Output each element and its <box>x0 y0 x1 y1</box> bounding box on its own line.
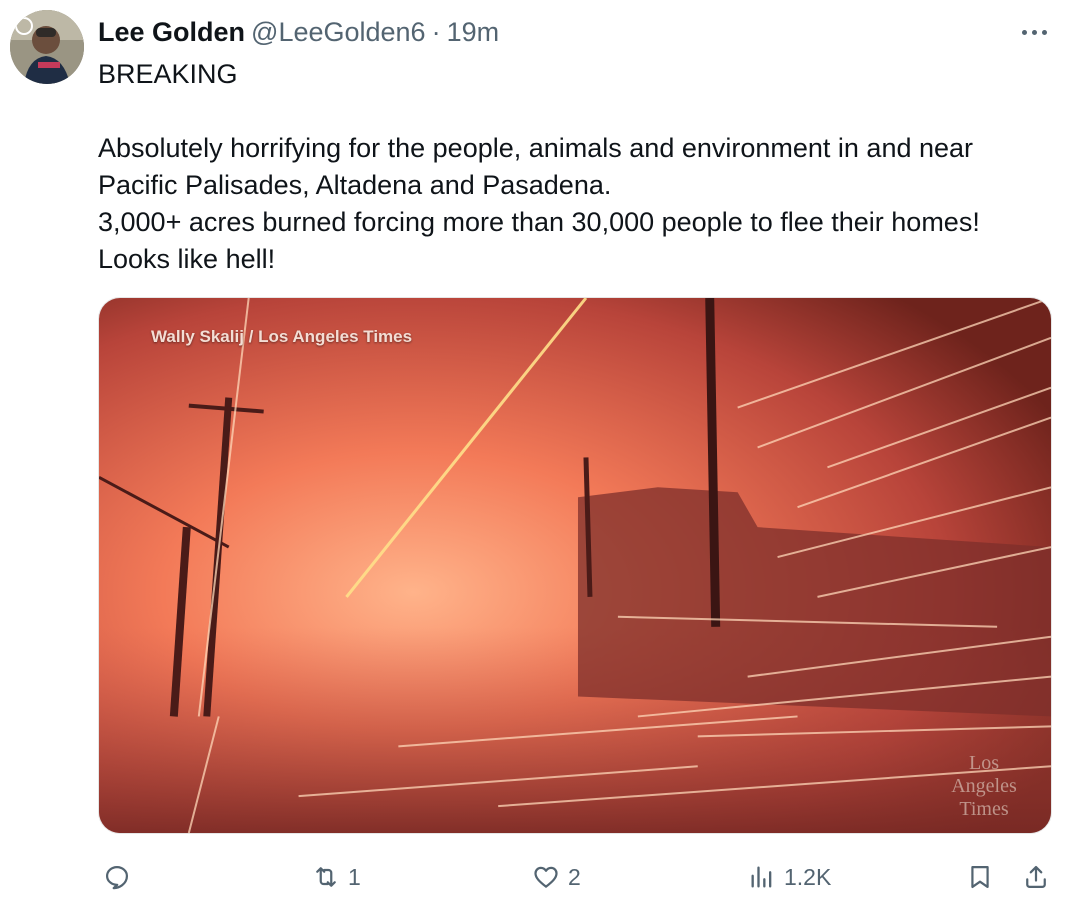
tweet-text-line: Looks like hell! <box>98 244 276 274</box>
watermark-line: Angeles <box>951 775 1017 797</box>
avatar[interactable] <box>10 10 84 84</box>
more-dot-icon <box>1021 29 1027 35</box>
tweet-text-blank-line <box>98 93 1058 130</box>
share-button[interactable] <box>1022 856 1050 898</box>
repost-count: 1 <box>348 863 361 890</box>
repost-icon <box>316 867 336 887</box>
like-button[interactable]: 2 <box>532 856 581 898</box>
tweet-text-line: 3,000+ acres burned forcing more than 30… <box>98 207 980 237</box>
tweet-media[interactable]: Wally Skalij / Los Angeles Times Los Ang… <box>98 297 1052 834</box>
tweet-text-line: BREAKING <box>98 59 238 89</box>
more-dot-icon <box>1031 29 1037 35</box>
bookmark-button[interactable] <box>966 856 994 898</box>
avatar-photo-icon <box>10 10 84 84</box>
reply-button[interactable] <box>103 856 139 898</box>
tweet-text-line: Absolutely horrifying for the people, an… <box>98 133 974 163</box>
tweet-text-line: Pacific Palisades, Altadena and Pasadena… <box>98 170 612 200</box>
watermark-line: Los <box>969 752 999 774</box>
views-button[interactable]: 1.2K <box>748 856 831 898</box>
la-times-watermark: Los Angeles Times <box>939 752 1029 821</box>
tweet-text: BREAKING Absolutely horrifying for the p… <box>98 56 1058 278</box>
reply-icon <box>105 865 129 890</box>
views-count: 1.2K <box>784 863 832 890</box>
bookmark-icon <box>971 865 989 889</box>
views-icon <box>751 866 772 888</box>
repost-button[interactable]: 1 <box>312 856 361 898</box>
more-options-button[interactable] <box>1014 18 1054 46</box>
more-dot-icon <box>1041 29 1047 35</box>
separator-dot: · <box>431 16 441 47</box>
like-count: 2 <box>568 863 581 890</box>
share-icon <box>1026 865 1046 889</box>
heart-icon <box>534 866 558 888</box>
tweet-header: Lee Golden @LeeGolden6 · 19m <box>98 14 499 50</box>
display-name[interactable]: Lee Golden <box>98 17 245 48</box>
action-bar: 1 2 1.2K <box>0 856 1080 900</box>
wildfire-photo <box>99 298 1051 833</box>
photo-credit: Wally Skalij / Los Angeles Times <box>151 327 413 346</box>
watermark-line: Times <box>959 798 1009 820</box>
timestamp[interactable]: 19m <box>447 17 500 48</box>
user-handle[interactable]: @LeeGolden6 <box>251 17 426 48</box>
